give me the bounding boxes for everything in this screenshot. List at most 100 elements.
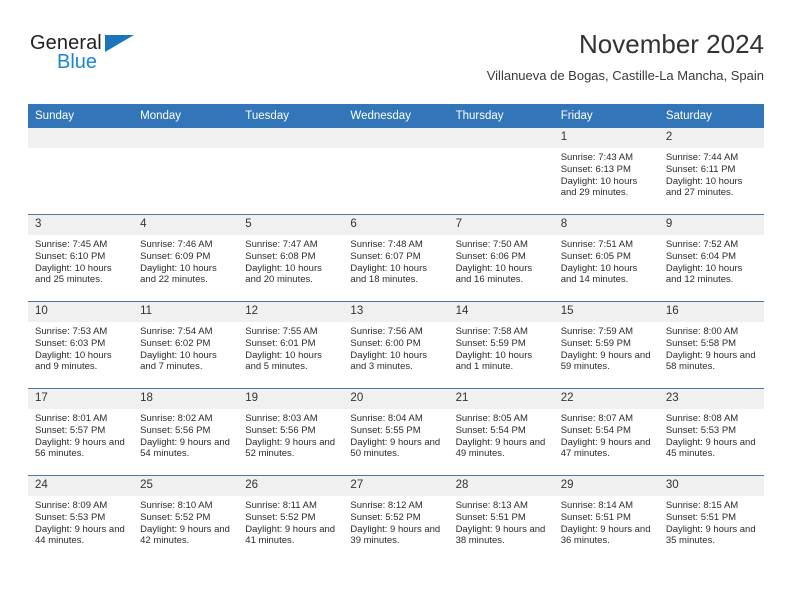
sunset-text: Sunset: 5:59 PM	[455, 337, 526, 349]
sunrise-text: Sunrise: 8:10 AM	[140, 500, 213, 511]
calendar-day-cell[interactable]: 23 Sunrise: 8:08 AM Sunset: 5:53 PM Dayligh…	[658, 388, 764, 476]
daylight-text: Daylight: 10 hours and 16 minutes.	[455, 262, 533, 286]
calendar-day-cell[interactable]: 8 Sunrise: 7:51 AM Sunset: 6:05 PM Daylight…	[553, 214, 659, 302]
calendar-day-cell[interactable]: 30 Sunrise: 8:15 AM Sunset: 5:51 PM Dayligh…	[658, 475, 764, 562]
day-details: Sunrise: 8:03 AM Sunset: 5:56 PM Daylight:…	[238, 409, 343, 460]
day-details: Sunrise: 8:14 AM Sunset: 5:51 PM Daylight:…	[554, 496, 659, 547]
calendar-week-row: 17 Sunrise: 8:01 AM Sunset: 5:57 PM Dayligh…	[28, 388, 764, 476]
day-details: Sunrise: 8:11 AM Sunset: 5:52 PM Daylight:…	[238, 496, 343, 547]
calendar-day-cell[interactable]: 9 Sunrise: 7:52 AM Sunset: 6:04 PM Daylight…	[658, 214, 764, 302]
calendar-body: 1 Sunrise: 7:43 AM Sunset: 6:13 PM Daylight…	[28, 128, 764, 562]
calendar-day-cell[interactable]: 2 Sunrise: 7:44 AM Sunset: 6:11 PM Daylight…	[658, 128, 764, 215]
day-number: 6	[343, 215, 449, 235]
sunset-text: Sunset: 5:51 PM	[560, 511, 631, 523]
sunrise-text: Sunrise: 8:02 AM	[140, 413, 213, 424]
day-details: Sunrise: 8:02 AM Sunset: 5:56 PM Daylight:…	[133, 409, 238, 460]
day-number: 24	[28, 476, 134, 496]
sunset-text: Sunset: 5:51 PM	[455, 511, 526, 523]
daylight-text: Daylight: 9 hours and 45 minutes.	[665, 436, 756, 460]
sunrise-text: Sunrise: 7:46 AM	[140, 239, 213, 250]
sunrise-text: Sunrise: 8:01 AM	[35, 413, 108, 424]
sunset-text: Sunset: 5:59 PM	[560, 337, 631, 349]
day-number: 28	[448, 476, 554, 496]
calendar-day-cell-empty	[238, 128, 344, 215]
calendar-day-cell[interactable]: 29 Sunrise: 8:14 AM Sunset: 5:51 PM Dayligh…	[553, 475, 659, 562]
sunset-text: Sunset: 6:09 PM	[140, 250, 211, 262]
sunset-text: Sunset: 5:57 PM	[35, 424, 106, 436]
weekday-header-friday: Friday	[553, 104, 659, 128]
daylight-text: Daylight: 9 hours and 35 minutes.	[665, 523, 756, 547]
day-number: 15	[553, 302, 659, 322]
calendar-day-cell[interactable]: 24 Sunrise: 8:09 AM Sunset: 5:53 PM Dayligh…	[28, 475, 134, 562]
day-number	[28, 128, 134, 148]
sunrise-text: Sunrise: 8:03 AM	[245, 413, 318, 424]
day-details: Sunrise: 7:44 AM Sunset: 6:11 PM Daylight:…	[659, 148, 764, 199]
calendar-day-cell[interactable]: 19 Sunrise: 8:03 AM Sunset: 5:56 PM Dayligh…	[238, 388, 344, 476]
day-number: 5	[238, 215, 344, 235]
calendar-week-row: 10 Sunrise: 7:53 AM Sunset: 6:03 PM Dayligh…	[28, 301, 764, 389]
daylight-text: Daylight: 9 hours and 47 minutes.	[560, 436, 651, 460]
sunrise-text: Sunrise: 8:00 AM	[665, 326, 739, 337]
calendar-day-cell[interactable]: 26 Sunrise: 8:11 AM Sunset: 5:52 PM Dayligh…	[238, 475, 344, 562]
sunset-text: Sunset: 6:11 PM	[665, 163, 736, 175]
general-blue-logo[interactable]: General Blue	[28, 32, 208, 88]
weekday-header-monday: Monday	[133, 104, 239, 128]
day-number: 20	[343, 389, 449, 409]
calendar-day-cell[interactable]: 17 Sunrise: 8:01 AM Sunset: 5:57 PM Dayligh…	[28, 388, 134, 476]
day-number: 22	[553, 389, 659, 409]
calendar-day-cell[interactable]: 28 Sunrise: 8:13 AM Sunset: 5:51 PM Dayligh…	[448, 475, 554, 562]
calendar-day-cell[interactable]: 27 Sunrise: 8:12 AM Sunset: 5:52 PM Dayligh…	[343, 475, 449, 562]
daylight-text: Daylight: 10 hours and 25 minutes.	[35, 262, 112, 286]
sunset-text: Sunset: 5:53 PM	[665, 424, 737, 436]
calendar-day-cell[interactable]: 5 Sunrise: 7:47 AM Sunset: 6:08 PM Daylight…	[238, 214, 344, 302]
calendar-day-cell[interactable]: 6 Sunrise: 7:48 AM Sunset: 6:07 PM Daylight…	[343, 214, 449, 302]
sunrise-text: Sunrise: 7:44 AM	[665, 152, 739, 163]
day-number: 14	[448, 302, 554, 322]
day-details: Sunrise: 7:52 AM Sunset: 6:04 PM Daylight:…	[659, 235, 764, 286]
sunset-text: Sunset: 5:56 PM	[140, 424, 211, 436]
day-details: Sunrise: 7:46 AM Sunset: 6:09 PM Daylight:…	[133, 235, 238, 286]
sunrise-text: Sunrise: 8:05 AM	[455, 413, 528, 424]
calendar-day-cell[interactable]: 11 Sunrise: 7:54 AM Sunset: 6:02 PM Dayligh…	[133, 301, 239, 389]
page-subtitle: Villanueva de Bogas, Castille-La Mancha,…	[486, 68, 764, 83]
calendar-day-cell[interactable]: 1 Sunrise: 7:43 AM Sunset: 6:13 PM Daylight…	[553, 128, 659, 215]
sunset-text: Sunset: 5:54 PM	[560, 424, 631, 436]
calendar-day-cell[interactable]: 16 Sunrise: 8:00 AM Sunset: 5:58 PM Dayligh…	[658, 301, 764, 389]
day-details: Sunrise: 8:04 AM Sunset: 5:55 PM Daylight:…	[343, 409, 448, 460]
day-number: 17	[28, 389, 134, 409]
day-number: 30	[658, 476, 764, 496]
calendar-day-cell[interactable]: 20 Sunrise: 8:04 AM Sunset: 5:55 PM Dayligh…	[343, 388, 449, 476]
day-number: 1	[553, 128, 659, 148]
page-header: General Blue November 2024 Villanueva de…	[28, 28, 764, 98]
sunset-text: Sunset: 5:55 PM	[350, 424, 421, 436]
day-details: Sunrise: 7:54 AM Sunset: 6:02 PM Daylight:…	[133, 322, 238, 373]
daylight-text: Daylight: 10 hours and 20 minutes.	[245, 262, 322, 286]
calendar-week-row: 24 Sunrise: 8:09 AM Sunset: 5:53 PM Dayligh…	[28, 475, 764, 562]
weekday-header-wednesday: Wednesday	[343, 104, 449, 128]
day-number	[238, 128, 344, 148]
calendar-day-cell[interactable]: 15 Sunrise: 7:59 AM Sunset: 5:59 PM Dayligh…	[553, 301, 659, 389]
sunrise-text: Sunrise: 7:53 AM	[35, 326, 108, 337]
sunset-text: Sunset: 6:08 PM	[245, 250, 316, 262]
sunrise-text: Sunrise: 7:48 AM	[350, 239, 423, 250]
calendar-day-cell[interactable]: 12 Sunrise: 7:55 AM Sunset: 6:01 PM Dayligh…	[238, 301, 344, 389]
calendar-day-cell[interactable]: 10 Sunrise: 7:53 AM Sunset: 6:03 PM Dayligh…	[28, 301, 134, 389]
calendar-day-cell[interactable]: 22 Sunrise: 8:07 AM Sunset: 5:54 PM Dayligh…	[553, 388, 659, 476]
sunset-text: Sunset: 6:01 PM	[245, 337, 316, 349]
sunrise-sunset-calendar: Sunday Monday Tuesday Wednesday Thursday…	[28, 104, 764, 562]
calendar-day-cell[interactable]: 21 Sunrise: 8:05 AM Sunset: 5:54 PM Dayligh…	[448, 388, 554, 476]
calendar-day-cell[interactable]: 4 Sunrise: 7:46 AM Sunset: 6:09 PM Daylight…	[133, 214, 239, 302]
sunrise-text: Sunrise: 7:50 AM	[455, 239, 528, 250]
day-number: 10	[28, 302, 134, 322]
calendar-day-cell[interactable]: 7 Sunrise: 7:50 AM Sunset: 6:06 PM Daylight…	[448, 214, 554, 302]
calendar-day-cell[interactable]: 18 Sunrise: 8:02 AM Sunset: 5:56 PM Dayligh…	[133, 388, 239, 476]
calendar-day-cell[interactable]: 14 Sunrise: 7:58 AM Sunset: 5:59 PM Dayligh…	[448, 301, 554, 389]
daylight-text: Daylight: 9 hours and 58 minutes.	[665, 349, 756, 373]
calendar-day-cell[interactable]: 25 Sunrise: 8:10 AM Sunset: 5:52 PM Dayligh…	[133, 475, 239, 562]
day-details: Sunrise: 7:56 AM Sunset: 6:00 PM Daylight:…	[343, 322, 448, 373]
calendar-day-cell[interactable]: 13 Sunrise: 7:56 AM Sunset: 6:00 PM Dayligh…	[343, 301, 449, 389]
sunrise-text: Sunrise: 8:12 AM	[350, 500, 423, 511]
day-number: 11	[133, 302, 239, 322]
day-details: Sunrise: 8:07 AM Sunset: 5:54 PM Daylight:…	[554, 409, 659, 460]
calendar-day-cell[interactable]: 3 Sunrise: 7:45 AM Sunset: 6:10 PM Daylight…	[28, 214, 134, 302]
